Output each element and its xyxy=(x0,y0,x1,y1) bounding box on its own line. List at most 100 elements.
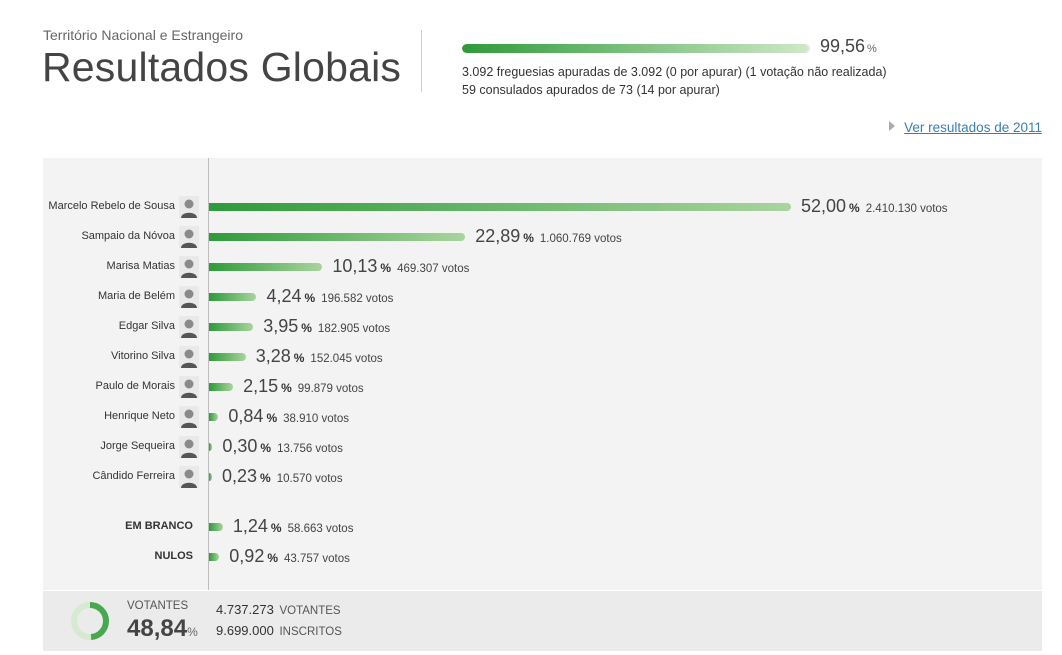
percentage-unit: % xyxy=(523,231,534,245)
result-row: Sampaio da Nóvoa 22,89% 1.060.769 votos xyxy=(0,226,1062,248)
result-row: Cândido Ferreira 0,23% 10.570 votos xyxy=(0,466,1062,488)
result-bar xyxy=(209,473,212,481)
candidate-portrait-icon xyxy=(179,316,199,338)
percentage-unit: % xyxy=(380,261,392,275)
result-row: Jorge Sequeira 0,30% 13.756 votos xyxy=(0,436,1062,458)
result-row: Marcelo Rebelo de Sousa 52,00% 2.410.130 v… xyxy=(0,196,1062,218)
result-value-label: 0,30% 13.756 votos xyxy=(222,436,343,457)
votes-count: 2.410.130 votos xyxy=(865,203,948,215)
candidate-name: Henrique Neto xyxy=(104,410,175,422)
votes-count: 58.663 votos xyxy=(287,523,354,535)
result-bar xyxy=(209,443,213,451)
result-bar xyxy=(209,523,223,531)
votes-count: 152.045 votos xyxy=(310,353,383,365)
candidate-portrait-icon xyxy=(179,226,199,248)
percentage-unit: % xyxy=(260,471,271,485)
candidate-portrait-icon xyxy=(179,286,199,308)
result-value-label: 3,28% 152.045 votos xyxy=(256,346,383,367)
percentage-unit: % xyxy=(260,441,272,455)
percentage-unit: % xyxy=(267,551,279,565)
percentage-value: 0,23 xyxy=(222,466,258,486)
votantes-label: VOTANTES xyxy=(127,600,189,612)
result-bar xyxy=(209,553,220,561)
play-arrow-icon xyxy=(889,121,896,131)
result-value-label: 10,13% 469.307 votos xyxy=(332,256,469,277)
percentage-value: 10,13 xyxy=(332,256,378,276)
result-bar xyxy=(209,413,219,421)
candidate-portrait-icon xyxy=(179,196,199,218)
counting-progress-bar xyxy=(462,44,810,53)
counting-progress-value: 99,56% xyxy=(820,36,877,56)
result-bar xyxy=(209,323,254,331)
result-row: Maria de Belém 4,24% 196.582 votos xyxy=(0,286,1062,308)
votes-count: 182.905 votos xyxy=(317,323,391,335)
percentage-unit: % xyxy=(270,521,282,535)
votes-count: 99.879 votos xyxy=(297,383,364,395)
candidate-name: EM BRANCO xyxy=(125,520,193,532)
freguesias-info: 3.092 freguesias apuradas de 3.092 (0 po… xyxy=(462,65,887,79)
votes-count: 38.910 votos xyxy=(283,413,349,425)
votes-count: 469.307 votos xyxy=(397,263,470,275)
candidate-name: Cândido Ferreira xyxy=(92,470,175,482)
header-divider xyxy=(421,30,422,92)
result-value-label: 0,23% 10.570 votos xyxy=(222,466,343,487)
percentage-unit: % xyxy=(849,201,860,215)
candidate-name: NULOS xyxy=(154,550,194,562)
percentage-unit: % xyxy=(281,381,292,395)
result-row: Vitorino Silva 3,28% 152.045 votos xyxy=(0,346,1062,368)
percentage-value: 1,24 xyxy=(232,516,268,536)
candidate-portrait-icon xyxy=(179,376,199,398)
consulados-info: 59 consulados apurados de 73 (14 por apu… xyxy=(462,83,720,97)
result-row: Henrique Neto 0,84% 38.910 votos xyxy=(0,406,1062,428)
result-value-label: 4,24% 196.582 votos xyxy=(266,286,393,307)
percentage-unit: % xyxy=(293,351,305,365)
result-value-label: 2,15% 99.879 votos xyxy=(243,376,364,397)
votes-count: 196.582 votos xyxy=(321,293,394,305)
result-bar xyxy=(209,293,257,301)
page-subtitle: Território Nacional e Estrangeiro xyxy=(43,27,243,43)
result-bar xyxy=(209,383,234,391)
result-value-label: 3,95% 182.905 votos xyxy=(263,316,390,337)
votantes-count: 4.737.273 VOTANTES xyxy=(216,602,341,617)
result-value-label: 52,00% 2.410.130 votos xyxy=(801,196,948,217)
result-value-label: 0,92% 43.757 votos xyxy=(229,546,350,567)
results-2011-link[interactable]: Ver resultados de 2011 xyxy=(889,120,1042,135)
candidate-name: Maria de Belém xyxy=(97,290,175,302)
result-value-label: 0,84% 38.910 votos xyxy=(228,406,349,427)
candidate-name: Vitorino Silva xyxy=(111,350,175,362)
percentage-value: 0,92 xyxy=(229,546,265,566)
percentage-value: 22,89 xyxy=(475,226,521,246)
percentage-value: 0,84 xyxy=(228,406,264,426)
candidate-name: Jorge Sequeira xyxy=(100,440,175,452)
percentage-value: 3,28 xyxy=(255,346,291,366)
candidate-portrait-icon xyxy=(179,436,199,458)
candidate-portrait-icon xyxy=(179,406,199,428)
percentage-unit: % xyxy=(301,321,312,335)
votes-count: 10.570 votos xyxy=(276,473,343,485)
page-title: Resultados Globais xyxy=(42,44,402,90)
result-bar xyxy=(209,203,791,211)
votes-count: 1.060.769 votos xyxy=(539,233,622,245)
result-row: NULOS 0,92% 43.757 votos xyxy=(0,546,1062,568)
percentage-value: 0,30 xyxy=(222,436,258,456)
inscritos-count: 9.699.000 INSCRITOS xyxy=(216,623,342,638)
votes-count: 43.757 votos xyxy=(284,553,350,565)
percentage-unit: % xyxy=(266,411,278,425)
percentage-unit: % xyxy=(304,291,316,305)
result-bar xyxy=(209,353,246,361)
percentage-value: 52,00 xyxy=(801,196,847,216)
candidate-portrait-icon xyxy=(179,346,199,368)
candidate-name: Paulo de Morais xyxy=(95,380,176,392)
candidate-name: Marisa Matias xyxy=(106,260,175,272)
result-row: EM BRANCO 1,24% 58.663 votos xyxy=(0,516,1062,538)
turnout-percentage: 48,84% xyxy=(127,615,198,642)
candidate-name: Sampaio da Nóvoa xyxy=(81,230,175,242)
counting-progress-fill xyxy=(462,44,809,53)
candidate-portrait-icon xyxy=(179,256,199,278)
result-value-label: 1,24% 58.663 votos xyxy=(233,516,354,537)
percentage-value: 4,24 xyxy=(266,286,302,306)
candidate-name: Marcelo Rebelo de Sousa xyxy=(48,200,175,212)
percentage-value: 3,95 xyxy=(263,316,299,336)
result-bar xyxy=(209,263,323,271)
candidate-name: Edgar Silva xyxy=(118,320,175,332)
